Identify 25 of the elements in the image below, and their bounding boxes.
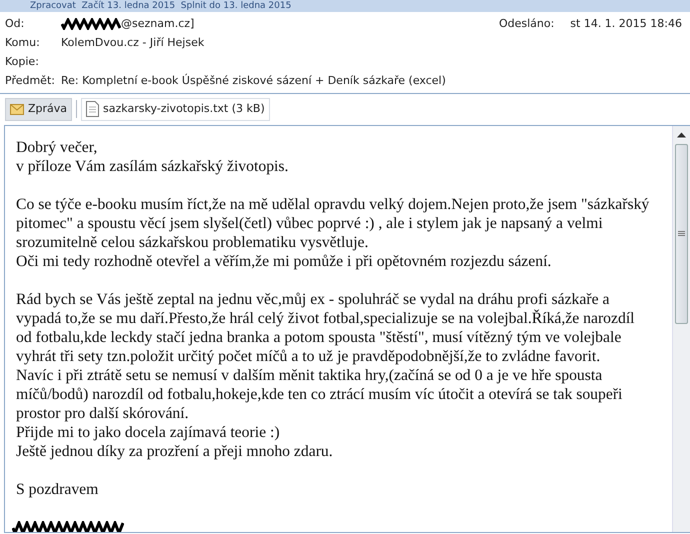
field-label: Kopie: — [5, 54, 40, 70]
info-bar: Zpracovat Začít 13. ledna 2015 Splnit do 13. ledna 2015 — [0, 0, 690, 12]
envelope-icon — [10, 104, 24, 115]
body-text: Přijde mi to jako docela zajímavá teorie :) — [16, 422, 281, 442]
scroll-up-arrow-icon[interactable] — [677, 132, 686, 138]
field-label: Komu: — [5, 35, 41, 51]
body-text: Ještě jednou díky za prozření a přeji mnoho zdaru. — [16, 442, 334, 460]
attachment-tab[interactable]: Zpráva — [5, 98, 72, 120]
field-value: KolemDvou.cz - Jiří Hejsek — [61, 35, 204, 51]
field-label: Předmět: — [5, 73, 56, 89]
body-text: v příloze Vám zasílám sázkařský životopis. — [16, 156, 290, 176]
body-text: S pozdravem — [16, 480, 100, 498]
field-value: @seznam.cz] — [121, 16, 194, 32]
scroll-thumb[interactable] — [675, 144, 688, 324]
body-text: Navíc i při ztrátě setu se nemusí v dalším měnit taktika hry,(začíná se od 0 a je ve hře spousta míčů/bodů) narozdíl od fotbalu,hokeje,kde ten co ztrácí musím víc útočit a otevírá se tak soupeři prostor pro další skórování. — [16, 366, 624, 422]
body-text: Co se týče e-booku musím říct,že na mě udělal opravdu velký dojem.Nejen proto,že jsem "sázkařský pitomec" a spoustu věcí jsem slyšel(četl) vůbec poprvé :) , ale i stylem jak je napsaný a velmi srozumitelně celou sázkařskou problematiku vysvětluje. — [16, 194, 650, 252]
field-label: Odesláno: — [498, 16, 554, 32]
attachment-tab[interactable]: sazkarsky-zivotopis.txt (3 kB) — [81, 98, 270, 120]
field-value: Re: Kompletní e-book Úspěšné ziskové sázení + Deník sázkaře (excel) — [61, 72, 446, 89]
field-value: st 14. 1. 2015 18:46 — [570, 16, 682, 32]
field-label: Od: — [5, 16, 26, 32]
document-icon — [86, 101, 100, 118]
body-text: Rád bych se Vás ještě zeptal na jednu věc,můj ex - spoluhráč se vydal na dráhu profi sázkaře a vypadá to,že se mu daří.Přesto,že hrál celý život fotbal,specializuje se na volejbal.Říká,že narozdíl od fotbalu,kde leckdy stačí jedna branka a potom spousta "štěstí", musí vítězný tým ve volejbale vyhrát tři sety tzn.položit určitý počet míčů a to už je pravděpodobnější,že to zvládne favorit. — [16, 290, 636, 366]
body-text: Dobrý večer, — [16, 138, 98, 156]
body-text: Oči mi tedy rozhodně otevřel a věřím,že mi pomůže i při opětovném rozjezdu sázení. — [16, 252, 552, 270]
